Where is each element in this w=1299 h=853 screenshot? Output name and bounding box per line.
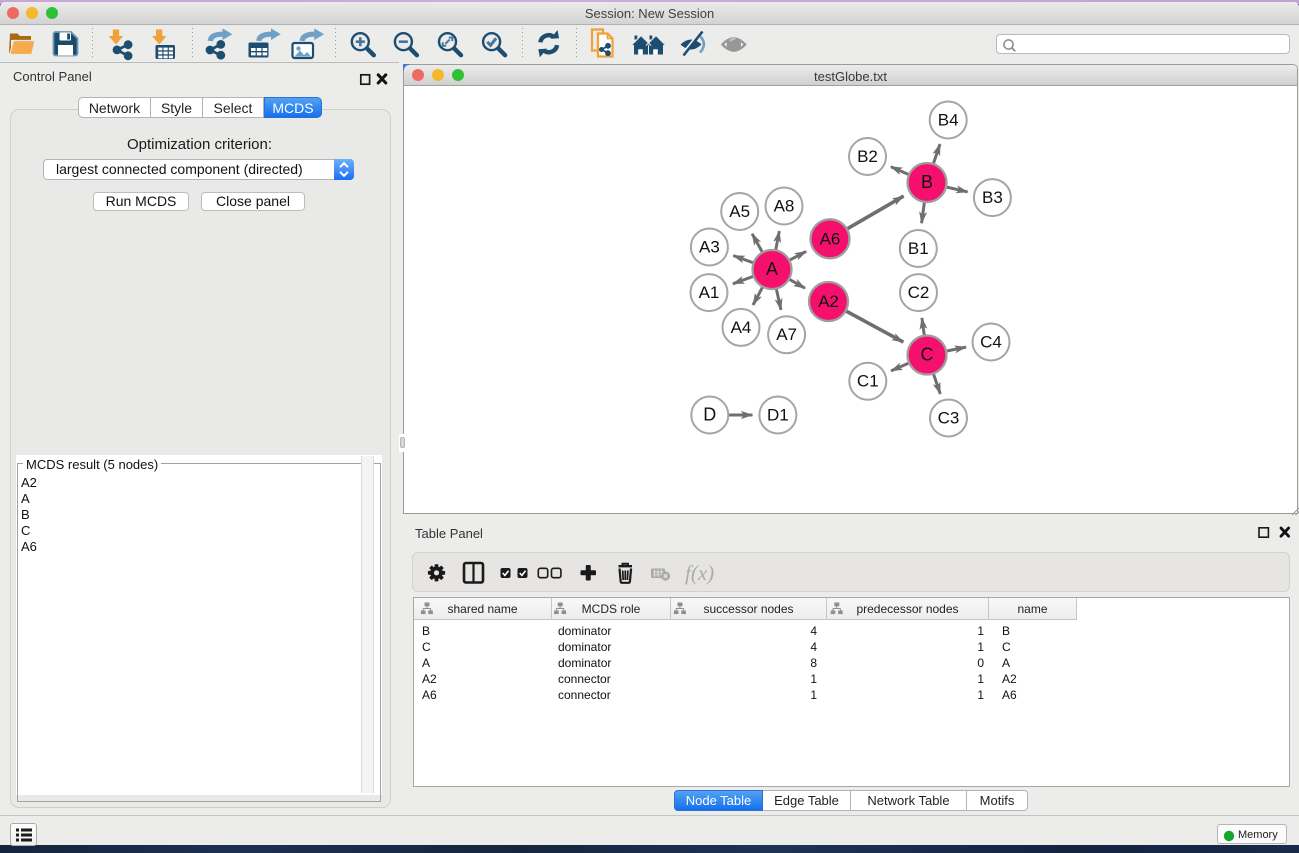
svg-text:B3: B3 xyxy=(982,188,1003,207)
svg-text:A2: A2 xyxy=(818,292,839,311)
svg-text:B2: B2 xyxy=(857,147,878,166)
svg-text:C1: C1 xyxy=(857,372,879,391)
svg-text:C3: C3 xyxy=(938,409,960,428)
svg-text:C4: C4 xyxy=(980,333,1002,352)
svg-text:D1: D1 xyxy=(767,406,789,425)
svg-text:A: A xyxy=(766,259,778,279)
svg-text:A4: A4 xyxy=(731,318,752,337)
svg-text:B1: B1 xyxy=(908,239,929,258)
svg-text:A1: A1 xyxy=(699,283,720,302)
svg-text:A8: A8 xyxy=(774,197,795,216)
svg-text:A3: A3 xyxy=(699,238,720,257)
svg-text:f(x): f(x) xyxy=(685,561,714,585)
svg-text:D: D xyxy=(703,405,716,425)
svg-text:C2: C2 xyxy=(908,283,930,302)
svg-text:B: B xyxy=(921,172,933,192)
svg-text:A5: A5 xyxy=(729,202,750,221)
svg-text:B4: B4 xyxy=(938,111,959,130)
svg-text:A7: A7 xyxy=(776,325,797,344)
svg-text:A6: A6 xyxy=(820,229,841,248)
svg-text:C: C xyxy=(921,345,934,365)
